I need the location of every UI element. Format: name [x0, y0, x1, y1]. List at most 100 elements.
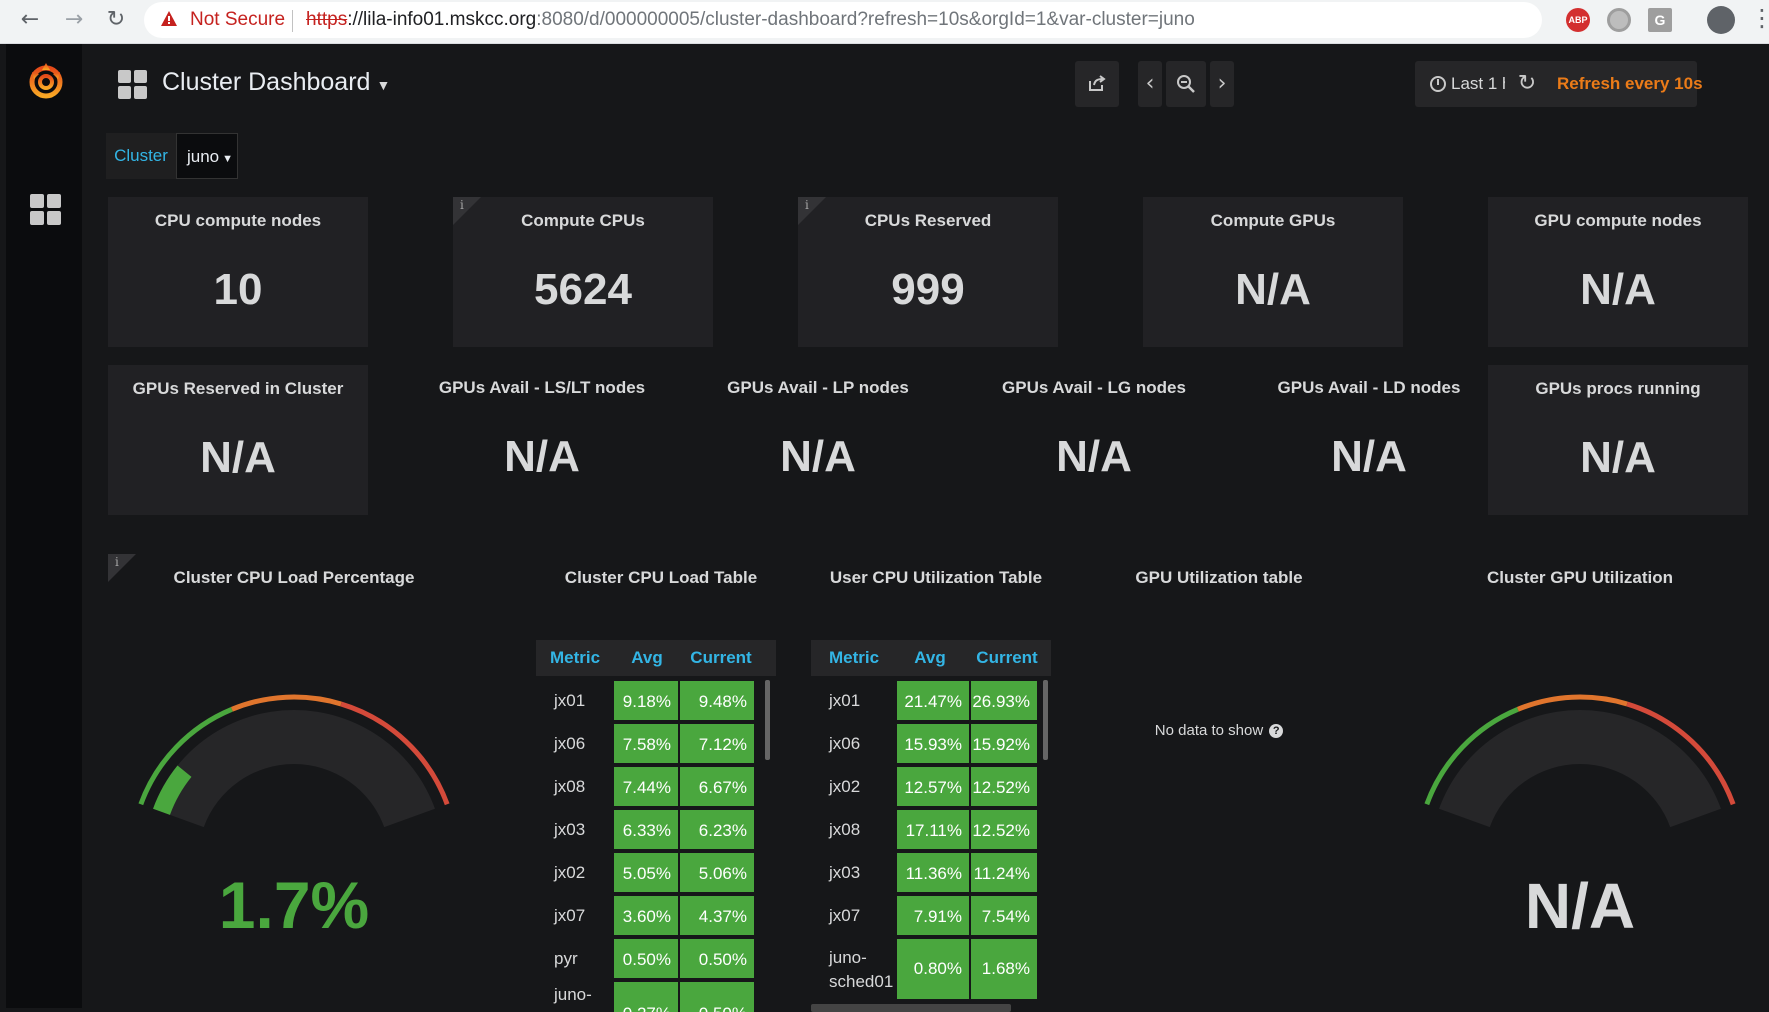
gauge-value: 1.7% — [219, 868, 369, 942]
table-cell: 21.47% — [897, 681, 969, 720]
stat-value: 5624 — [534, 265, 632, 314]
stat-panel: GPUs Avail - LP nodes N/A — [688, 364, 948, 514]
table-row: jx01 21.47% 26.93% — [811, 680, 1039, 721]
help-icon[interactable]: ? — [1269, 724, 1284, 738]
table-cell: jx01 — [554, 691, 586, 710]
table-cell: 0.50% — [614, 939, 678, 978]
panel-title[interactable]: User CPU Utilization Table — [811, 568, 1061, 588]
dashboards-icon[interactable] — [30, 194, 62, 226]
time-forward-button[interactable]: › — [1210, 61, 1234, 107]
table-cell: jx02 — [829, 777, 861, 796]
chevron-down-icon: ▼ — [376, 77, 391, 93]
table-row: jx08 7.44% 6.67% — [536, 766, 756, 807]
table-row: jx02 5.05% 5.06% — [536, 852, 756, 893]
url-divider — [292, 10, 293, 32]
panel-title[interactable]: GPUs Reserved in Cluster — [108, 379, 368, 399]
stat-panel: Compute GPUs N/A — [1143, 197, 1403, 347]
table-scrollbar[interactable] — [1043, 680, 1048, 760]
table-row: juno-auth01 0.27% 0.50% — [536, 981, 756, 1012]
url-scheme: https — [306, 9, 348, 30]
table-cell: 12.57% — [897, 767, 969, 806]
table-cell: 7.54% — [971, 896, 1037, 935]
zoom-out-button[interactable] — [1166, 61, 1206, 107]
panel-title[interactable]: GPUs Avail - LG nodes — [964, 378, 1224, 398]
grafana-logo-icon[interactable] — [26, 60, 66, 100]
forward-icon[interactable]: → — [60, 6, 88, 34]
table-cell: jx08 — [829, 820, 861, 839]
dashboard-title-button[interactable]: Cluster Dashboard ▼ — [162, 68, 390, 97]
time-picker[interactable]: Last 1 hour Refresh every 10s — [1415, 61, 1703, 107]
address-bar[interactable]: Not Secure https://lila-info01.mskcc.org… — [144, 2, 1674, 38]
extension-icon[interactable] — [1607, 8, 1631, 32]
table-cell: 12.52% — [971, 767, 1037, 806]
adblock-extension-icon[interactable]: ABP — [1566, 8, 1590, 32]
panel-title[interactable]: Compute GPUs — [1143, 211, 1403, 231]
panel-title[interactable]: Cluster CPU Load Percentage — [108, 568, 480, 588]
table-row: jx07 7.91% 7.54% — [811, 895, 1039, 936]
table-row: pyr 0.50% 0.50% — [536, 938, 756, 979]
url-text[interactable]: https://lila-info01.mskcc.org:8080/d/000… — [306, 9, 1195, 31]
panel-title[interactable]: Cluster GPU Utilization — [1394, 568, 1766, 588]
table-horizontal-scrollbar[interactable] — [811, 1004, 1011, 1012]
table-cell: 0.50% — [680, 939, 754, 978]
table-cell: 11.24% — [971, 853, 1037, 892]
stat-panel: GPUs procs running N/A — [1488, 365, 1748, 515]
column-header[interactable]: Metric — [811, 640, 897, 676]
table-cell: jx03 — [554, 820, 586, 839]
info-icon[interactable]: i — [460, 198, 464, 212]
panel-title[interactable]: GPUs Avail - LS/LT nodes — [412, 378, 672, 398]
panel-title[interactable]: Compute CPUs — [453, 211, 713, 231]
variable-label: Cluster — [106, 133, 176, 179]
info-icon[interactable]: i — [805, 198, 809, 212]
panel-title[interactable]: Cluster CPU Load Table — [536, 568, 786, 588]
chevron-down-icon: ▼ — [222, 153, 234, 165]
panel-title[interactable]: GPU compute nodes — [1488, 211, 1748, 231]
refresh-button[interactable]: ↻ — [1505, 61, 1549, 107]
column-header[interactable]: Avg — [614, 640, 680, 676]
share-button[interactable] — [1075, 61, 1119, 107]
profile-avatar-icon[interactable] — [1707, 6, 1735, 34]
stat-value: N/A — [200, 433, 276, 482]
panel-title[interactable]: GPUs Avail - LP nodes — [688, 378, 948, 398]
no-data-label: No data to show — [1154, 722, 1264, 739]
variable-value: juno — [187, 147, 220, 166]
share-icon — [1089, 75, 1106, 91]
stat-panel: i CPUs Reserved 999 — [798, 197, 1058, 347]
reload-icon[interactable]: ↻ — [102, 6, 130, 34]
panel-title[interactable]: CPUs Reserved — [798, 211, 1058, 231]
column-header[interactable]: Metric — [536, 640, 614, 676]
stat-value: N/A — [504, 432, 580, 481]
panel-title[interactable]: GPU Utilization table — [1084, 568, 1354, 588]
gpu-table-panel: GPU Utilization table No data to show? — [1084, 554, 1354, 1008]
warning-icon — [161, 11, 177, 26]
stat-panel: GPUs Reserved in Cluster N/A — [108, 365, 368, 515]
panel-title[interactable]: GPUs Avail - LD nodes — [1239, 378, 1499, 398]
info-icon[interactable]: i — [115, 555, 119, 569]
table-cell: 1.68% — [971, 939, 1037, 999]
table-cell: 12.52% — [971, 810, 1037, 849]
table-cell: 17.11% — [897, 810, 969, 849]
column-header[interactable]: Avg — [897, 640, 963, 676]
no-data-message: No data to show? — [1084, 722, 1354, 739]
panel-title[interactable]: GPUs procs running — [1488, 379, 1748, 399]
g-extension-icon[interactable]: G — [1648, 8, 1672, 32]
table-header: Metric Avg Current — [536, 640, 776, 676]
time-back-button[interactable]: ‹ — [1138, 61, 1162, 107]
security-label[interactable]: Not Secure — [190, 9, 285, 31]
table-cell: jx02 — [554, 863, 586, 882]
table-row: jx08 17.11% 12.52% — [811, 809, 1039, 850]
browser-menu-icon[interactable]: ⋮ — [1750, 4, 1769, 32]
user-cpu-table[interactable]: Metric Avg Current jx01 21.47% 26.93% jx… — [811, 640, 1055, 1012]
back-icon[interactable]: ← — [16, 6, 44, 34]
table-scrollbar[interactable] — [765, 680, 770, 760]
table-cell: 9.48% — [680, 681, 754, 720]
cluster-variable-select[interactable]: juno ▼ — [176, 133, 238, 179]
stat-value: N/A — [1580, 265, 1656, 314]
cpu-load-table[interactable]: Metric Avg Current jx01 9.18% 9.48% jx06… — [536, 640, 776, 1012]
stat-value: 10 — [213, 265, 263, 314]
column-header[interactable]: Current — [680, 640, 762, 676]
table-row: jx06 15.93% 15.92% — [811, 723, 1039, 764]
table-cell: 15.92% — [971, 724, 1037, 763]
column-header[interactable]: Current — [963, 640, 1051, 676]
panel-title[interactable]: CPU compute nodes — [108, 211, 368, 231]
